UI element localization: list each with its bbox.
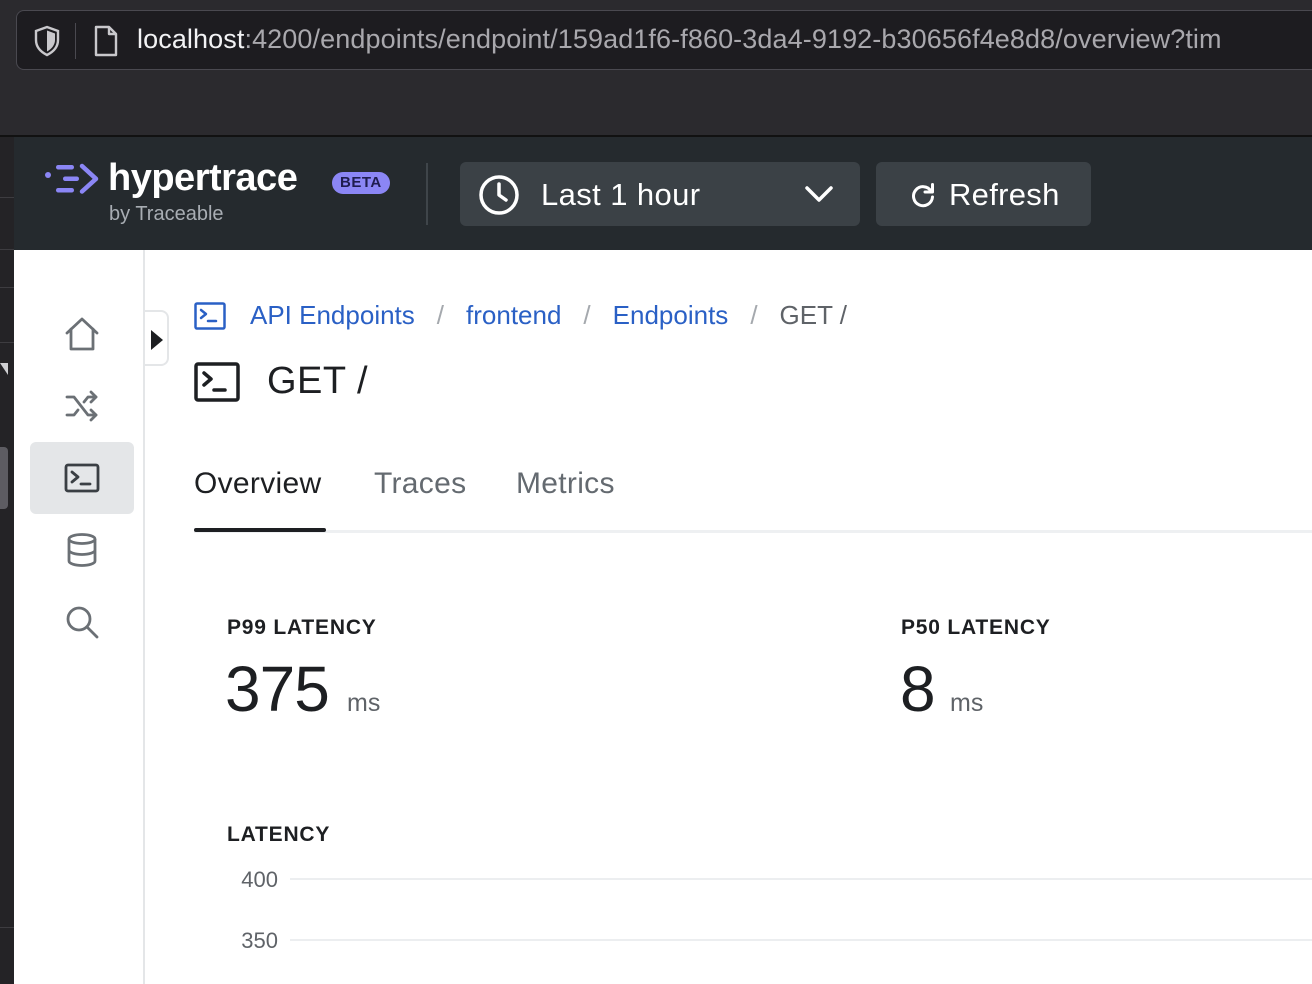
- app-header: hypertrace BETA by Traceable Last 1 hour…: [14, 137, 1312, 250]
- y-tick-label: 350: [241, 928, 278, 953]
- breadcrumb-separator: /: [750, 300, 758, 330]
- refresh-icon: [912, 183, 934, 208]
- strip-divider: [0, 287, 14, 288]
- breadcrumb-item-frontend[interactable]: frontend: [466, 300, 561, 331]
- address-bar[interactable]: localhost:4200/endpoints/endpoint/159ad1…: [16, 10, 1312, 70]
- chevron-down-icon: [805, 186, 833, 202]
- nav-item-application-flow[interactable]: [30, 370, 134, 442]
- url-host: localhost: [137, 24, 245, 54]
- devtools-strip: [0, 137, 14, 984]
- tab-metrics[interactable]: Metrics: [516, 467, 615, 501]
- page-icon: [94, 25, 118, 57]
- p50-latency-label: P50 LATENCY: [901, 616, 1051, 639]
- database-icon: [67, 533, 97, 567]
- nav-item-backends[interactable]: [30, 514, 134, 586]
- url-text[interactable]: localhost:4200/endpoints/endpoint/159ad1…: [137, 24, 1222, 55]
- nav-item-home[interactable]: [30, 298, 134, 370]
- p99-latency-unit: ms: [347, 689, 381, 717]
- header-divider: [426, 163, 428, 225]
- page-title-terminal-icon: [194, 362, 240, 402]
- hypertrace-logo-icon[interactable]: [44, 163, 100, 195]
- strip-divider: [0, 927, 14, 928]
- strip-arrow-icon: [0, 363, 8, 375]
- time-range-label: Last 1 hour: [541, 177, 701, 212]
- nav-item-endpoints[interactable]: [30, 442, 134, 514]
- main-content: API Endpoints / frontend / Endpoints / G…: [194, 250, 1312, 984]
- breadcrumb-terminal-icon: [194, 302, 226, 330]
- logo-text[interactable]: hypertrace: [108, 157, 298, 200]
- strip-scroll-handle[interactable]: [0, 447, 8, 509]
- app-body: API Endpoints / frontend / Endpoints / G…: [14, 250, 1312, 984]
- tab-traces[interactable]: Traces: [374, 467, 466, 501]
- nav-item-explorer[interactable]: [30, 586, 134, 658]
- home-icon: [65, 317, 99, 351]
- url-path: :4200/endpoints/endpoint/159ad1f6-f860-3…: [244, 24, 1222, 54]
- breadcrumb-item-current: GET /: [779, 300, 847, 330]
- search-icon: [66, 606, 99, 639]
- refresh-label: Refresh: [949, 177, 1060, 212]
- p99-latency-value: 375: [225, 653, 330, 725]
- p99-latency-label: P99 LATENCY: [227, 616, 377, 639]
- browser-toolbar: localhost:4200/endpoints/endpoint/159ad1…: [0, 0, 1312, 137]
- p50-latency-value: 8: [900, 653, 936, 725]
- strip-divider: [0, 249, 14, 250]
- active-tab-indicator: [194, 528, 326, 532]
- p50-latency-unit: ms: [950, 689, 984, 717]
- breadcrumb: API Endpoints / frontend / Endpoints / G…: [250, 300, 847, 331]
- terminal-icon: [64, 463, 100, 493]
- refresh-button[interactable]: Refresh: [876, 162, 1091, 226]
- y-tick-label: 400: [241, 867, 278, 892]
- breadcrumb-item-api-endpoints[interactable]: API Endpoints: [250, 300, 415, 331]
- beta-badge: BETA: [332, 172, 390, 194]
- address-bar-divider: [75, 23, 76, 59]
- breadcrumb-separator: /: [583, 300, 591, 330]
- strip-divider: [0, 342, 14, 343]
- tab-overview[interactable]: Overview: [194, 467, 321, 501]
- time-range-selector[interactable]: Last 1 hour: [460, 162, 860, 226]
- logo-subtitle: by Traceable: [109, 203, 224, 225]
- breadcrumb-separator: /: [436, 300, 445, 330]
- tab-bar: Overview Traces Metrics: [194, 465, 1312, 533]
- nav-expand-toggle[interactable]: [145, 310, 169, 366]
- page-title: GET /: [267, 360, 369, 402]
- shuffle-icon: [65, 390, 98, 422]
- expand-arrow-icon: [151, 330, 163, 350]
- latency-chart-title: LATENCY: [227, 823, 331, 846]
- nav-rail: [14, 250, 145, 984]
- strip-divider: [0, 197, 14, 198]
- latency-chart[interactable]: 400 350: [194, 850, 1312, 984]
- clock-icon: [479, 175, 519, 215]
- shield-icon[interactable]: [33, 25, 61, 57]
- breadcrumb-item-endpoints[interactable]: Endpoints: [613, 300, 729, 331]
